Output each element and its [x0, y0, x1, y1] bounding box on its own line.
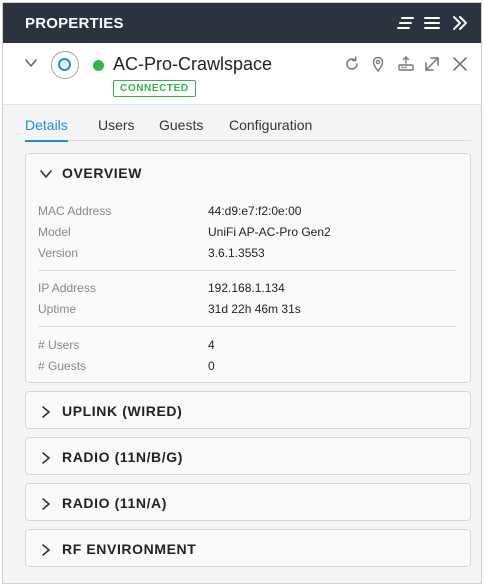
overview-title: OVERVIEW [62, 165, 143, 181]
tab-users[interactable]: Users [98, 117, 135, 141]
chevron-down-icon [40, 167, 52, 179]
row-label: MAC Address [38, 204, 112, 218]
tab-guests[interactable]: Guests [159, 117, 203, 141]
row-value: UniFi AP-AC-Pro Gen2 [208, 225, 331, 239]
refresh-icon[interactable] [343, 55, 361, 73]
properties-header: PROPERTIES [3, 3, 481, 43]
close-icon[interactable] [451, 55, 469, 73]
section-title: RF ENVIRONMENT [62, 541, 197, 557]
divider [38, 270, 456, 271]
status-badge: CONNECTED [113, 80, 196, 97]
filter-lines-icon[interactable] [397, 14, 415, 32]
uplink-section[interactable]: UPLINK (WIRED) [25, 391, 471, 429]
overview-header[interactable]: OVERVIEW [26, 154, 470, 192]
status-dot [93, 60, 104, 71]
row-label: Model [38, 225, 71, 239]
chevron-right-icon [40, 405, 52, 418]
row-label: Uptime [38, 302, 77, 316]
row-value: 4 [208, 338, 215, 352]
divider [38, 326, 456, 327]
tab-details[interactable]: Details [25, 117, 68, 142]
row-value: 0 [208, 359, 215, 373]
chevron-right-icon [40, 451, 52, 464]
radio-ng-section[interactable]: RADIO (11N/B/G) [25, 437, 471, 475]
row-label: IP Address [38, 281, 96, 295]
radio-na-section[interactable]: RADIO (11N/A) [25, 483, 471, 521]
double-chevron-right-icon[interactable] [451, 14, 469, 32]
chevron-right-icon [40, 497, 52, 510]
upgrade-firmware-icon[interactable] [397, 55, 415, 73]
device-name: AC-Pro-Crawlspace [113, 54, 273, 74]
properties-panel: PROPERTIES AC-Pro-Crawlspace CONNECTED D… [2, 2, 482, 584]
section-title: RADIO (11N/A) [62, 495, 168, 511]
row-value: 3.6.1.3553 [208, 246, 265, 260]
panel-title: PROPERTIES [25, 15, 124, 32]
collapse-chevron-icon[interactable] [23, 55, 39, 71]
row-value: 31d 22h 46m 31s [208, 302, 301, 316]
rf-environment-section[interactable]: RF ENVIRONMENT [25, 529, 471, 567]
hamburger-menu-icon[interactable] [423, 14, 441, 32]
tab-configuration[interactable]: Configuration [229, 117, 312, 141]
device-header: AC-Pro-Crawlspace CONNECTED [3, 43, 481, 105]
row-value: 192.168.1.134 [208, 281, 285, 295]
section-title: UPLINK (WIRED) [62, 403, 183, 419]
overview-section: OVERVIEW MAC Address 44:d9:e7:f2:0e:00 M… [25, 153, 471, 383]
row-value: 44:d9:e7:f2:0e:00 [208, 204, 302, 218]
tab-bar: Details Users Guests Configuration [25, 117, 471, 142]
location-pin-icon[interactable] [369, 55, 387, 73]
expand-icon[interactable] [423, 55, 441, 73]
section-title: RADIO (11N/B/G) [62, 449, 184, 465]
row-label: # Guests [38, 359, 87, 373]
row-label: # Users [38, 338, 80, 352]
row-label: Version [38, 246, 79, 260]
access-point-icon [51, 51, 79, 79]
chevron-right-icon [40, 543, 52, 556]
